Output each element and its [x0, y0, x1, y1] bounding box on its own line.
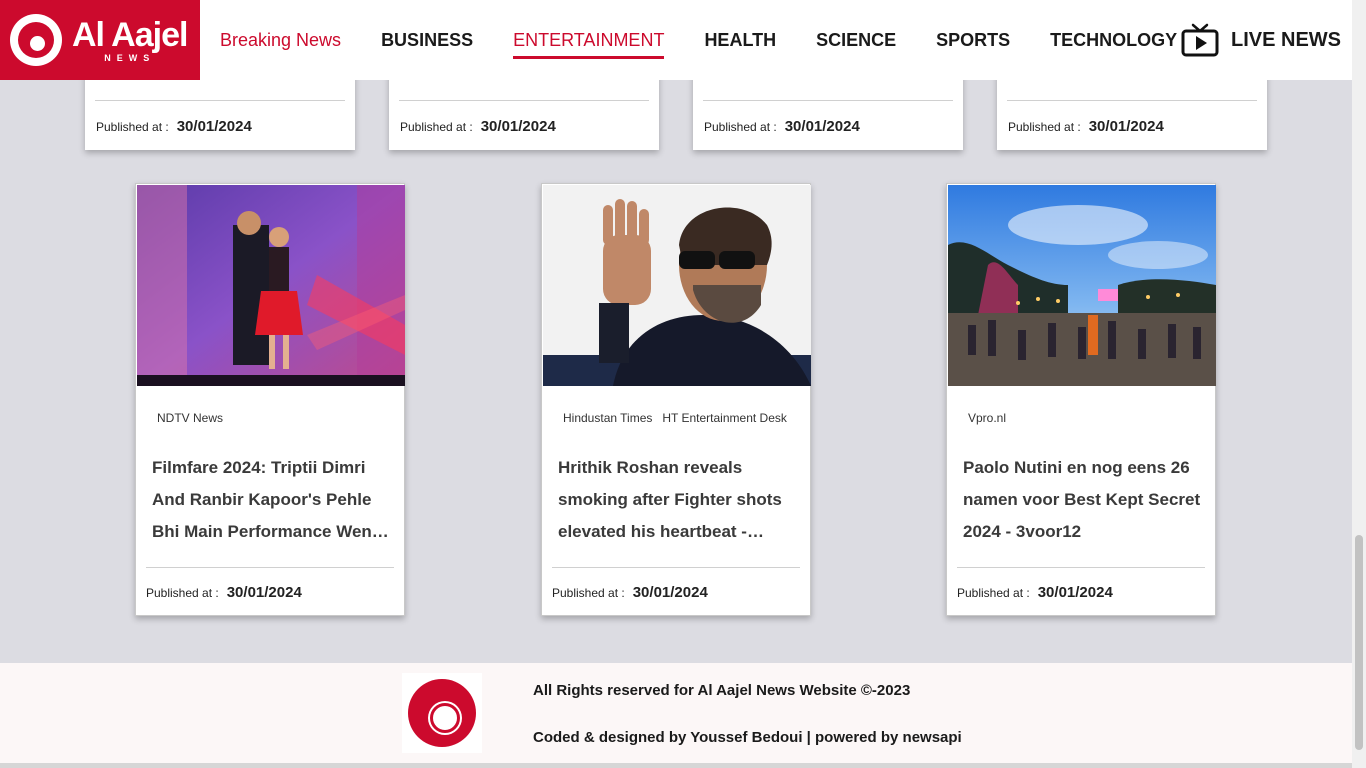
divider [552, 567, 800, 568]
published-label: Published at : [400, 120, 473, 134]
published-label: Published at : [146, 586, 219, 600]
site-header: Al Aajel NEWS Breaking News BUSINESS ENT… [0, 0, 1352, 80]
divider [399, 100, 649, 101]
nav-entertainment[interactable]: ENTERTAINMENT [513, 24, 665, 59]
article-sources: Hindustan Times HT Entertainment Desk [563, 411, 787, 425]
footer-credits: Coded & designed by Youssef Bedoui | pow… [533, 729, 962, 746]
nav-science[interactable]: SCIENCE [816, 24, 896, 57]
article-image[interactable] [543, 185, 811, 386]
article-title[interactable]: Hrithik Roshan reveals smoking after Fig… [558, 452, 796, 548]
footer-logo[interactable] [402, 673, 482, 753]
published-label: Published at : [96, 120, 169, 134]
article-title[interactable]: Filmfare 2024: Triptii Dimri And Ranbir … [152, 452, 390, 548]
article-source: Hindustan Times [563, 411, 653, 425]
article-author: HT Entertainment Desk [662, 411, 787, 425]
published-date: 30/01/2024 [1037, 584, 1113, 601]
divider [95, 100, 345, 101]
live-news-link[interactable]: LIVE NEWS [1181, 0, 1341, 80]
published-label: Published at : [1008, 120, 1081, 134]
news-card[interactable]: NDTV News Filmfare 2024: Triptii Dimri A… [135, 183, 405, 616]
nav-technology[interactable]: TECHNOLOGY [1050, 24, 1177, 57]
news-card[interactable]: Hindustan Times HT Entertainment Desk Hr… [541, 183, 811, 616]
nav-breaking-news[interactable]: Breaking News [220, 24, 341, 57]
published-date: 30/01/2024 [784, 118, 860, 135]
published-info: Published at : 30/01/2024 [146, 584, 302, 601]
published-info: Published at : 30/01/2024 [957, 584, 1113, 601]
nav-health[interactable]: HEALTH [704, 24, 776, 57]
published-date: 30/01/2024 [226, 584, 302, 601]
logo-subtitle: NEWS [104, 52, 156, 63]
nav-business[interactable]: BUSINESS [381, 24, 473, 57]
tv-play-icon [1181, 23, 1219, 57]
published-info: Published at : 30/01/2024 [704, 118, 860, 135]
divider [146, 567, 394, 568]
published-label: Published at : [957, 586, 1030, 600]
main-nav: Breaking News BUSINESS ENTERTAINMENT HEA… [220, 0, 1217, 80]
divider [1007, 100, 1257, 101]
page-bottom-edge [0, 763, 1352, 768]
live-news-label: LIVE NEWS [1230, 28, 1341, 51]
published-date: 30/01/2024 [1088, 118, 1164, 135]
article-sources: Vpro.nl [968, 411, 1006, 425]
divider [957, 567, 1205, 568]
page-scrollbar[interactable] [1352, 0, 1366, 768]
published-date: 30/01/2024 [176, 118, 252, 135]
published-info: Published at : 30/01/2024 [96, 118, 252, 135]
published-date: 30/01/2024 [632, 584, 708, 601]
published-info: Published at : 30/01/2024 [1008, 118, 1164, 135]
footer-copyright: All Rights reserved for Al Aajel News We… [533, 682, 911, 699]
article-source: NDTV News [157, 411, 224, 425]
site-footer: All Rights reserved for Al Aajel News We… [0, 663, 1352, 763]
article-title[interactable]: Paolo Nutini en nog eens 26 namen voor B… [963, 452, 1201, 548]
published-info: Published at : 30/01/2024 [552, 584, 708, 601]
published-label: Published at : [704, 120, 777, 134]
published-label: Published at : [552, 586, 625, 600]
scrollbar-thumb[interactable] [1355, 535, 1363, 750]
published-date: 30/01/2024 [480, 118, 556, 135]
article-sources: NDTV News [157, 411, 223, 425]
published-info: Published at : 30/01/2024 [400, 118, 556, 135]
article-image[interactable] [948, 185, 1216, 386]
article-image[interactable] [137, 185, 405, 386]
logo-circle-icon [408, 679, 476, 747]
nav-sports[interactable]: SPORTS [936, 24, 1010, 57]
site-logo[interactable]: Al Aajel NEWS [0, 0, 200, 80]
logo-circle-icon [10, 14, 62, 66]
logo-name: Al Aajel [72, 15, 188, 54]
article-source: Vpro.nl [968, 411, 1007, 425]
news-card[interactable]: Vpro.nl Paolo Nutini en nog eens 26 name… [946, 183, 1216, 616]
divider [703, 100, 953, 101]
